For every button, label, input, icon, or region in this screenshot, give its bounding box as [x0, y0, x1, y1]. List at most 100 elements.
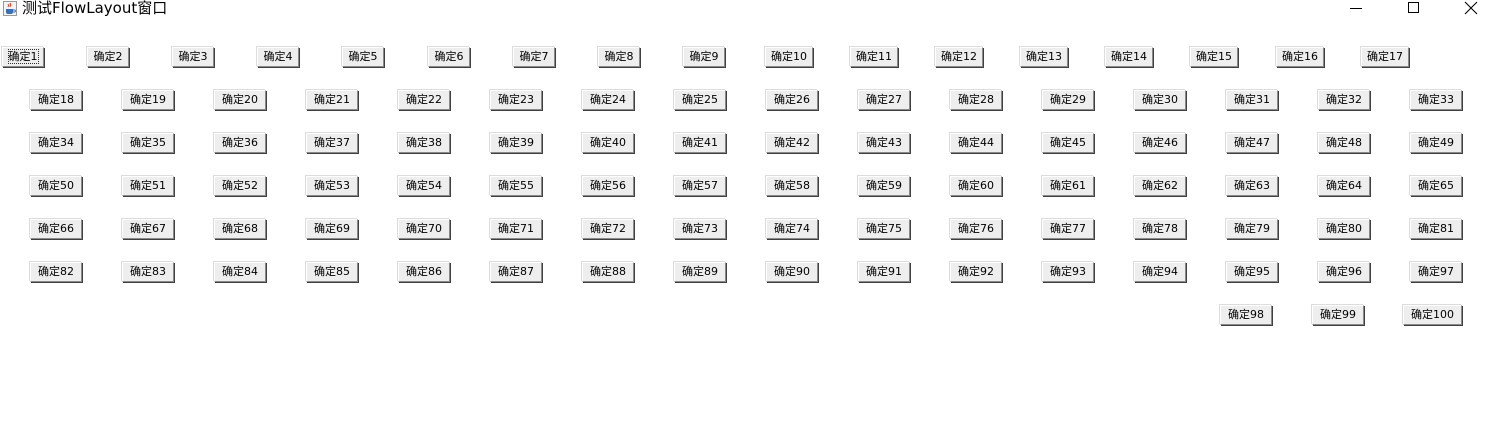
confirm-button-11[interactable]: 确定11 — [850, 47, 898, 67]
confirm-button-61[interactable]: 确定61 — [1042, 176, 1094, 196]
confirm-button-41[interactable]: 确定41 — [674, 133, 726, 153]
confirm-button-84[interactable]: 确定84 — [214, 262, 266, 282]
confirm-button-80[interactable]: 确定80 — [1318, 219, 1370, 239]
maximize-button[interactable] — [1398, 0, 1428, 18]
confirm-button-98[interactable]: 确定98 — [1220, 305, 1272, 325]
confirm-button-43[interactable]: 确定43 — [858, 133, 910, 153]
confirm-button-73[interactable]: 确定73 — [674, 219, 726, 239]
confirm-button-31[interactable]: 确定31 — [1226, 90, 1278, 110]
confirm-button-12[interactable]: 确定12 — [935, 47, 983, 67]
confirm-button-20[interactable]: 确定20 — [214, 90, 266, 110]
confirm-button-1[interactable]: 确定1 — [2, 47, 44, 67]
confirm-button-7[interactable]: 确定7 — [513, 47, 555, 67]
confirm-button-76[interactable]: 确定76 — [950, 219, 1002, 239]
confirm-button-30[interactable]: 确定30 — [1134, 90, 1186, 110]
confirm-button-34[interactable]: 确定34 — [30, 133, 82, 153]
confirm-button-28[interactable]: 确定28 — [950, 90, 1002, 110]
confirm-button-46[interactable]: 确定46 — [1134, 133, 1186, 153]
confirm-button-25[interactable]: 确定25 — [674, 90, 726, 110]
confirm-button-54[interactable]: 确定54 — [398, 176, 450, 196]
confirm-button-58[interactable]: 确定58 — [766, 176, 818, 196]
confirm-button-86[interactable]: 确定86 — [398, 262, 450, 282]
confirm-button-15[interactable]: 确定15 — [1190, 47, 1238, 67]
confirm-button-78[interactable]: 确定78 — [1134, 219, 1186, 239]
confirm-button-74[interactable]: 确定74 — [766, 219, 818, 239]
confirm-button-23[interactable]: 确定23 — [490, 90, 542, 110]
confirm-button-64[interactable]: 确定64 — [1318, 176, 1370, 196]
confirm-button-67[interactable]: 确定67 — [122, 219, 174, 239]
confirm-button-72[interactable]: 确定72 — [582, 219, 634, 239]
confirm-button-10[interactable]: 确定10 — [765, 47, 813, 67]
confirm-button-33[interactable]: 确定33 — [1410, 90, 1462, 110]
confirm-button-82[interactable]: 确定82 — [30, 262, 82, 282]
confirm-button-36[interactable]: 确定36 — [214, 133, 266, 153]
confirm-button-50[interactable]: 确定50 — [30, 176, 82, 196]
confirm-button-32[interactable]: 确定32 — [1318, 90, 1370, 110]
confirm-button-77[interactable]: 确定77 — [1042, 219, 1094, 239]
confirm-button-51[interactable]: 确定51 — [122, 176, 174, 196]
confirm-button-66[interactable]: 确定66 — [30, 219, 82, 239]
confirm-button-44[interactable]: 确定44 — [950, 133, 1002, 153]
confirm-button-95[interactable]: 确定95 — [1226, 262, 1278, 282]
confirm-button-22[interactable]: 确定22 — [398, 90, 450, 110]
confirm-button-13[interactable]: 确定13 — [1020, 47, 1068, 67]
confirm-button-70[interactable]: 确定70 — [398, 219, 450, 239]
confirm-button-87[interactable]: 确定87 — [490, 262, 542, 282]
confirm-button-9[interactable]: 确定9 — [683, 47, 725, 67]
confirm-button-60[interactable]: 确定60 — [950, 176, 1002, 196]
confirm-button-18[interactable]: 确定18 — [30, 90, 82, 110]
confirm-button-59[interactable]: 确定59 — [858, 176, 910, 196]
confirm-button-85[interactable]: 确定85 — [306, 262, 358, 282]
confirm-button-29[interactable]: 确定29 — [1042, 90, 1094, 110]
confirm-button-71[interactable]: 确定71 — [490, 219, 542, 239]
confirm-button-14[interactable]: 确定14 — [1105, 47, 1153, 67]
confirm-button-8[interactable]: 确定8 — [598, 47, 640, 67]
confirm-button-52[interactable]: 确定52 — [214, 176, 266, 196]
confirm-button-62[interactable]: 确定62 — [1134, 176, 1186, 196]
confirm-button-68[interactable]: 确定68 — [214, 219, 266, 239]
confirm-button-16[interactable]: 确定16 — [1276, 47, 1324, 67]
confirm-button-37[interactable]: 确定37 — [306, 133, 358, 153]
confirm-button-6[interactable]: 确定6 — [428, 47, 470, 67]
confirm-button-63[interactable]: 确定63 — [1226, 176, 1278, 196]
confirm-button-65[interactable]: 确定65 — [1410, 176, 1462, 196]
confirm-button-2[interactable]: 确定2 — [87, 47, 129, 67]
confirm-button-93[interactable]: 确定93 — [1042, 262, 1094, 282]
confirm-button-4[interactable]: 确定4 — [257, 47, 299, 67]
confirm-button-97[interactable]: 确定97 — [1410, 262, 1462, 282]
confirm-button-27[interactable]: 确定27 — [858, 90, 910, 110]
confirm-button-40[interactable]: 确定40 — [582, 133, 634, 153]
confirm-button-90[interactable]: 确定90 — [766, 262, 818, 282]
confirm-button-38[interactable]: 确定38 — [398, 133, 450, 153]
confirm-button-17[interactable]: 确定17 — [1361, 47, 1409, 67]
confirm-button-5[interactable]: 确定5 — [342, 47, 384, 67]
confirm-button-79[interactable]: 确定79 — [1226, 219, 1278, 239]
confirm-button-92[interactable]: 确定92 — [950, 262, 1002, 282]
title-bar[interactable]: 测试FlowLayout窗口 — [0, 0, 1499, 18]
confirm-button-48[interactable]: 确定48 — [1318, 133, 1370, 153]
confirm-button-99[interactable]: 确定99 — [1312, 305, 1364, 325]
confirm-button-55[interactable]: 确定55 — [490, 176, 542, 196]
confirm-button-94[interactable]: 确定94 — [1134, 262, 1186, 282]
confirm-button-26[interactable]: 确定26 — [766, 90, 818, 110]
confirm-button-45[interactable]: 确定45 — [1042, 133, 1094, 153]
confirm-button-3[interactable]: 确定3 — [172, 47, 214, 67]
confirm-button-21[interactable]: 确定21 — [306, 90, 358, 110]
confirm-button-47[interactable]: 确定47 — [1226, 133, 1278, 153]
minimize-button[interactable] — [1341, 0, 1371, 18]
confirm-button-88[interactable]: 确定88 — [582, 262, 634, 282]
confirm-button-35[interactable]: 确定35 — [122, 133, 174, 153]
confirm-button-69[interactable]: 确定69 — [306, 219, 358, 239]
confirm-button-83[interactable]: 确定83 — [122, 262, 174, 282]
confirm-button-81[interactable]: 确定81 — [1410, 219, 1462, 239]
confirm-button-19[interactable]: 确定19 — [122, 90, 174, 110]
confirm-button-75[interactable]: 确定75 — [858, 219, 910, 239]
confirm-button-89[interactable]: 确定89 — [674, 262, 726, 282]
confirm-button-24[interactable]: 确定24 — [582, 90, 634, 110]
confirm-button-100[interactable]: 确定100 — [1403, 305, 1462, 325]
confirm-button-56[interactable]: 确定56 — [582, 176, 634, 196]
confirm-button-91[interactable]: 确定91 — [858, 262, 910, 282]
confirm-button-49[interactable]: 确定49 — [1410, 133, 1462, 153]
confirm-button-53[interactable]: 确定53 — [306, 176, 358, 196]
close-button[interactable] — [1456, 0, 1486, 18]
